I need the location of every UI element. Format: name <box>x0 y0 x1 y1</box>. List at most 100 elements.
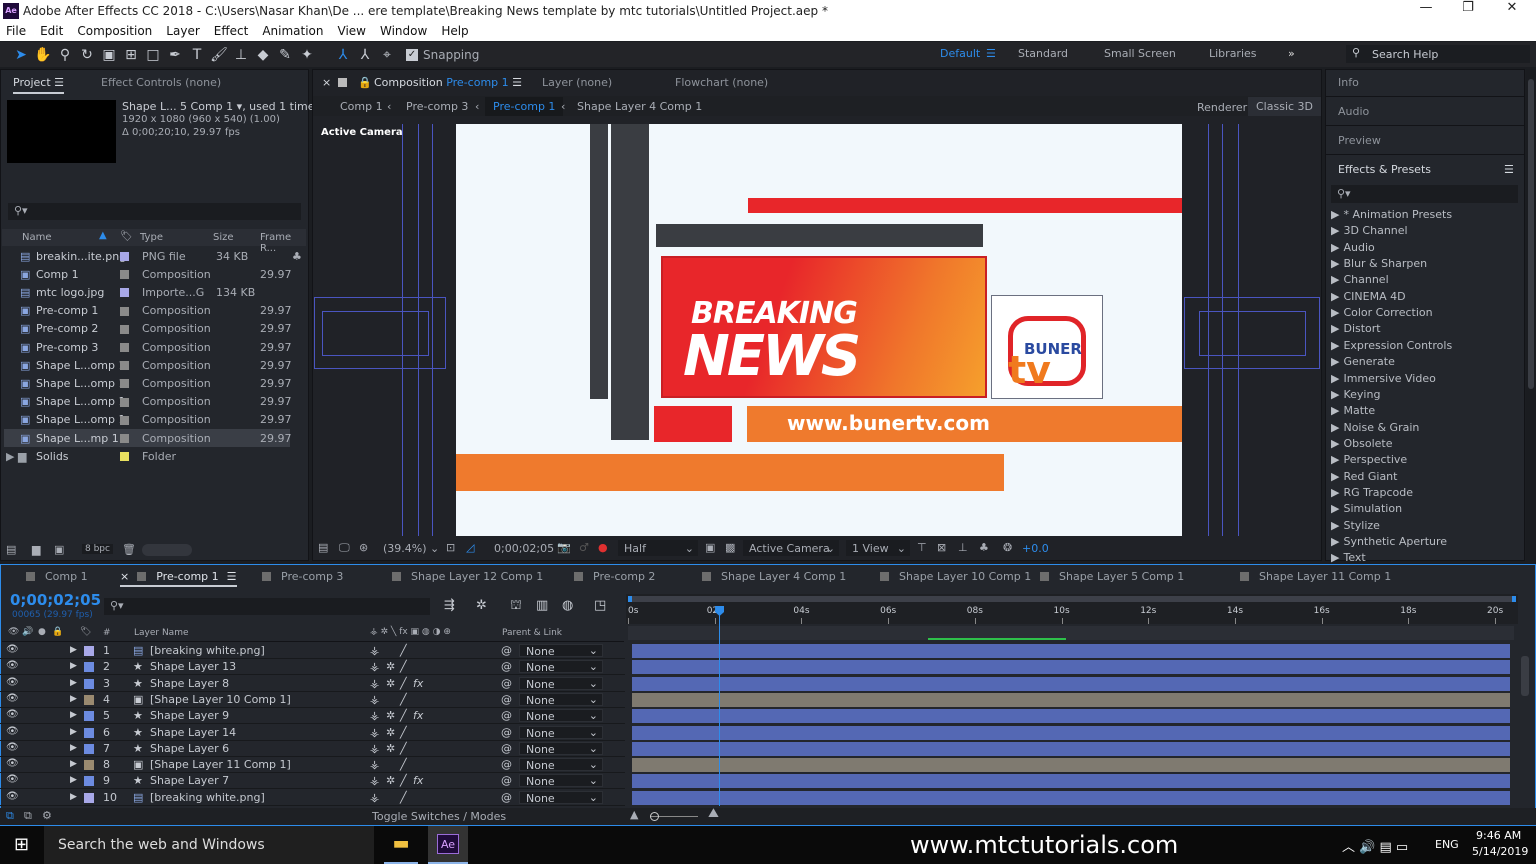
zoom-out-icon[interactable]: ▲ <box>630 808 638 821</box>
current-time-indicator[interactable] <box>715 606 725 806</box>
pick-whip-icon[interactable]: @ <box>501 742 512 755</box>
menu-view[interactable]: View <box>338 24 366 38</box>
expand-arrow-icon[interactable]: ▶ <box>70 775 77 785</box>
project-item[interactable]: ▶ ▆ Solids Folder <box>4 447 304 465</box>
more-workspaces-icon[interactable]: » <box>1288 47 1295 60</box>
layer-name[interactable]: Shape Layer 7 <box>150 774 229 787</box>
label-color-swatch[interactable] <box>84 662 94 673</box>
quality-switch-icon[interactable]: ╱ <box>400 644 407 657</box>
close-tab-icon[interactable]: × <box>322 76 331 89</box>
collapse-switch-icon[interactable]: ✲ <box>386 742 395 755</box>
expand-arrow-icon[interactable]: ▶ <box>70 661 77 671</box>
minimize-button[interactable]: — <box>1404 0 1448 21</box>
audio-switch-icon[interactable]: 🔊 <box>22 627 33 637</box>
label-color-swatch[interactable] <box>120 415 129 425</box>
quality-switch-icon[interactable]: ╱ <box>400 693 407 706</box>
panel-effects-presets[interactable]: Effects & Presets <box>1338 163 1431 176</box>
viewer-time[interactable]: 0;00;02;05 <box>494 542 554 555</box>
expand-arrow-icon[interactable]: ▶ <box>1331 322 1339 335</box>
label-color-swatch[interactable] <box>84 646 94 656</box>
fx-switch-icon[interactable]: fx <box>413 677 423 690</box>
project-item[interactable]: ▣ Shape L...omp 1 Composition 29.97 <box>4 411 304 429</box>
roto-brush-tool-icon[interactable]: ✎ <box>274 45 296 65</box>
column-size[interactable]: Size <box>213 232 234 243</box>
pick-whip-icon[interactable]: @ <box>501 677 512 690</box>
menu-effect[interactable]: Effect <box>214 24 249 38</box>
timeline-scrollbar[interactable] <box>1519 626 1533 806</box>
panel-menu-icon[interactable]: ☰ <box>1504 163 1514 176</box>
pan-behind-tool-icon[interactable]: ⊞ <box>120 45 142 65</box>
layer-row[interactable]: 👁 ▶ 6 ★ Shape Layer 14 ⚶ ✲ ╱ @ None ⌄ <box>0 725 625 741</box>
pick-whip-icon[interactable]: @ <box>501 758 512 771</box>
parent-dropdown[interactable]: None ⌄ <box>519 758 603 772</box>
tab-timeline-7[interactable]: Shape Layer 5 Comp 1 <box>1040 570 1184 583</box>
expand-arrow-icon[interactable]: ▶ <box>1331 388 1339 401</box>
effects-search-input[interactable]: ⚲▾ <box>1331 185 1518 203</box>
camera-tool-icon[interactable]: ▣ <box>98 45 120 65</box>
workspace-default[interactable]: Default <box>940 47 980 60</box>
always-preview-icon[interactable]: ▤ <box>318 541 328 554</box>
parent-dropdown[interactable]: None ⌄ <box>519 709 603 723</box>
flowchart-icon[interactable]: ♣ <box>292 250 302 263</box>
language-indicator[interactable]: ENG <box>1435 838 1459 851</box>
layer-row[interactable]: 👁 ▶ 3 ★ Shape Layer 8 ⚶ ✲ ╱ fx @ None ⌄ <box>0 676 625 692</box>
monitor-icon[interactable]: 🖵 <box>339 541 350 555</box>
panel-menu-icon[interactable]: ☰ <box>227 570 237 583</box>
expand-arrow-icon[interactable]: ▶ <box>1331 355 1339 368</box>
effect-category[interactable]: ▶ CINEMA 4D <box>1331 290 1406 303</box>
expand-arrow-icon[interactable]: ▶ <box>70 759 77 769</box>
layer-duration-bar[interactable] <box>632 676 1510 691</box>
project-item[interactable]: ▣ Shape L...omp 1 Composition 29.97 <box>4 356 304 374</box>
axis-local-icon[interactable]: ⅄ <box>332 45 354 65</box>
expand-arrow-icon[interactable]: ▶ <box>1331 306 1339 319</box>
expand-arrow-icon[interactable]: ▶ <box>1331 372 1339 385</box>
toggle-switches-modes[interactable]: Toggle Switches / Modes <box>372 810 506 823</box>
visibility-eye-icon[interactable]: 👁 <box>6 742 19 753</box>
shy-switch-icon[interactable]: ⚶ <box>370 709 379 722</box>
expand-arrow-icon[interactable]: ▶ <box>1331 224 1339 237</box>
label-color-swatch[interactable] <box>84 694 94 705</box>
breadcrumb-pre-comp-3[interactable]: Pre-comp 3 <box>406 100 468 113</box>
label-color-swatch[interactable] <box>84 727 94 738</box>
tab-timeline-0[interactable]: Comp 1 <box>26 570 88 583</box>
right-panel-scrollbar[interactable] <box>1526 69 1536 561</box>
effect-category[interactable]: ▶ Obsolete <box>1331 437 1392 450</box>
pick-whip-icon[interactable]: @ <box>501 726 512 739</box>
breadcrumb-shape-layer-4[interactable]: Shape Layer 4 Comp 1 <box>577 100 702 113</box>
label-color-swatch[interactable] <box>120 434 129 443</box>
file-explorer-icon[interactable]: ▬ <box>384 826 418 864</box>
layer-row[interactable]: 👁 ▶ 5 ★ Shape Layer 9 ⚶ ✲ ╱ fx @ None ⌄ <box>0 708 625 725</box>
visibility-eye-icon[interactable]: 👁 <box>6 791 19 802</box>
transparency-icon[interactable]: ▩ <box>725 541 735 554</box>
timeline-search-input[interactable]: ⚲▾ <box>104 598 430 615</box>
expand-arrow-icon[interactable]: ▶ <box>70 743 77 753</box>
menu-composition[interactable]: Composition <box>77 24 152 38</box>
expand-arrow-icon[interactable]: ▶ <box>1331 486 1339 499</box>
zoom-in-icon[interactable]: ⛰ <box>708 806 719 821</box>
snapping-checkbox[interactable]: ✓ <box>406 48 418 61</box>
delete-icon[interactable]: 🗑 <box>122 543 136 556</box>
tab-layer[interactable]: Layer (none) <box>542 76 612 89</box>
collapse-switch-icon[interactable]: ✲ <box>386 677 395 690</box>
tab-composition[interactable]: Composition Pre-comp 1 ☰ <box>374 76 522 89</box>
label-tag-icon[interactable]: 🏷 <box>120 231 133 242</box>
taskbar-search[interactable]: Search the web and Windows <box>44 826 374 864</box>
menu-help[interactable]: Help <box>441 24 468 38</box>
expand-arrow-icon[interactable]: ▶ <box>70 678 77 688</box>
breadcrumb-pre-comp-1[interactable]: Pre-comp 1 <box>485 97 564 116</box>
expand-arrow-icon[interactable]: ▶ <box>1331 437 1339 450</box>
camera-dropdown[interactable]: Active Camera ⌄ <box>743 540 839 556</box>
windows-start-icon[interactable]: ⊞ <box>14 834 29 855</box>
layer-name[interactable]: Shape Layer 8 <box>150 677 229 690</box>
pick-whip-icon[interactable]: @ <box>501 660 512 673</box>
rectangle-tool-icon[interactable]: □ <box>142 45 164 65</box>
shy-switch-icon[interactable]: ⚶ <box>370 660 379 673</box>
expand-arrow-icon[interactable]: ▶ <box>1331 257 1339 270</box>
effect-category[interactable]: ▶ RG Trapcode <box>1331 486 1413 499</box>
shy-switch-icon[interactable]: ⚶ <box>370 693 379 706</box>
draft-3d-icon[interactable]: ✲ <box>476 598 487 613</box>
expand-arrow-icon[interactable]: ▶ <box>1331 519 1339 532</box>
expand-arrow-icon[interactable]: ▶ <box>70 645 77 655</box>
lock-icon[interactable]: 🔒 <box>52 627 63 637</box>
label-color-swatch[interactable] <box>120 252 129 261</box>
